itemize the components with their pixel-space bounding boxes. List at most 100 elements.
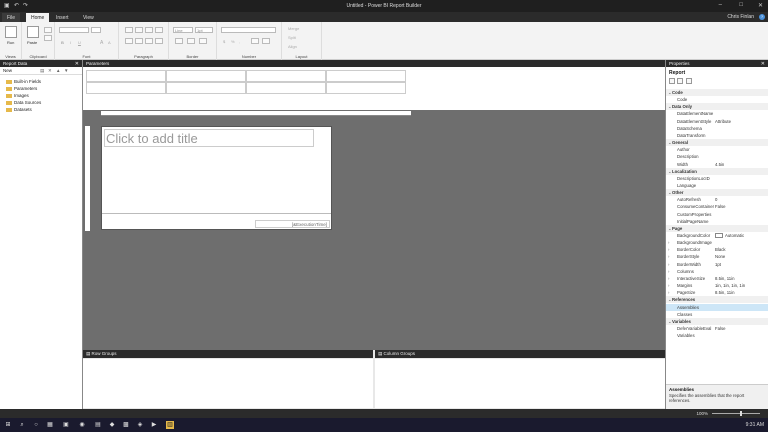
property-row[interactable]: › PageSize 8.5in, 11in	[666, 289, 768, 296]
app-icon[interactable]: ▶	[150, 421, 158, 429]
property-row[interactable]: › InteractiveSize 8.5in, 11in	[666, 275, 768, 282]
expand-icon[interactable]: ›	[668, 282, 669, 289]
property-category[interactable]: ⌄ Localization	[666, 167, 768, 175]
decrease-decimal-icon[interactable]	[262, 38, 270, 44]
paste-icon[interactable]	[27, 26, 39, 38]
app-icon[interactable]: ▣	[62, 421, 70, 429]
property-value[interactable]: 8.5in, 11in	[715, 275, 735, 282]
underline-button[interactable]: U	[78, 40, 81, 45]
property-value[interactable]: False	[715, 325, 726, 332]
user-name[interactable]: Chris Finlan	[727, 14, 754, 20]
property-row[interactable]: Width 4.5in	[666, 161, 768, 168]
tab-insert[interactable]: Insert	[51, 13, 74, 22]
property-row[interactable]: AutoRefresh 0	[666, 196, 768, 203]
expand-icon[interactable]: ›	[668, 239, 669, 246]
property-category[interactable]: ⌄ Other	[666, 189, 768, 197]
parameter-cell[interactable]	[326, 70, 406, 82]
property-row[interactable]: DeferVariableEval False	[666, 325, 768, 332]
property-value[interactable]: Attribute	[715, 118, 731, 125]
tab-view[interactable]: View	[78, 13, 99, 22]
property-row[interactable]: BackgroundColor Automatic	[666, 232, 768, 239]
row-groups-list[interactable]	[83, 359, 373, 408]
app-icon[interactable]: ◈	[136, 421, 144, 429]
search-icon[interactable]: ⌕	[18, 421, 26, 429]
property-row[interactable]: DataElementStyle Attribute	[666, 118, 768, 125]
property-category[interactable]: ⌄ Data Only	[666, 103, 768, 111]
property-row[interactable]: Author	[666, 146, 768, 153]
parameter-cell[interactable]	[86, 82, 166, 94]
maximize-button[interactable]: □	[739, 2, 743, 8]
task-view-icon[interactable]: ○	[32, 421, 40, 429]
property-row[interactable]: Description	[666, 153, 768, 160]
parameter-cell[interactable]	[166, 70, 246, 82]
help-icon[interactable]: ?	[759, 14, 765, 20]
indent-icon[interactable]	[135, 27, 143, 33]
property-value[interactable]: Automatic	[715, 232, 744, 239]
property-row[interactable]: › BorderStyle None	[666, 253, 768, 260]
parameter-cell[interactable]	[326, 82, 406, 94]
tree-item-data-sources[interactable]: Data Sources	[6, 100, 41, 105]
down-icon[interactable]: ▼	[64, 68, 68, 73]
property-row[interactable]: Variables	[666, 332, 768, 339]
property-category[interactable]: ⌄ References	[666, 296, 768, 304]
bold-button[interactable]: B	[61, 40, 64, 45]
tree-item-datasets[interactable]: Datasets	[6, 107, 32, 112]
report-builder-icon[interactable]: ▥	[166, 421, 174, 429]
zoom-slider[interactable]	[712, 413, 760, 414]
property-value[interactable]: 1in, 1in, 1in, 1in	[715, 282, 745, 289]
italic-button[interactable]: I	[70, 40, 71, 45]
comma-button[interactable]: ,	[239, 39, 240, 44]
property-row[interactable]: Classes	[666, 311, 768, 318]
app-icon[interactable]: ◆	[108, 421, 116, 429]
tab-file[interactable]: File	[2, 13, 21, 22]
property-value[interactable]: 1pt	[715, 261, 721, 268]
property-row[interactable]: CustomProperties	[666, 211, 768, 218]
property-value[interactable]: 0	[715, 196, 717, 203]
text-direction-icon[interactable]	[155, 27, 163, 33]
expand-icon[interactable]: ›	[668, 246, 669, 253]
minimize-button[interactable]: –	[719, 2, 722, 8]
property-row[interactable]: DescriptionLocID	[666, 175, 768, 182]
font-name-combo[interactable]	[59, 27, 89, 33]
tree-item-parameters[interactable]: Parameters	[6, 86, 37, 91]
shrink-font-button[interactable]: A	[108, 40, 111, 45]
parameter-cell[interactable]	[246, 70, 326, 82]
app-icon[interactable]: ▩	[122, 421, 130, 429]
expand-icon[interactable]: ›	[668, 268, 669, 275]
delete-icon[interactable]: ✕	[48, 68, 52, 74]
cut-icon[interactable]	[44, 27, 52, 33]
property-category[interactable]: ⌄ Code	[666, 89, 768, 96]
run-icon[interactable]	[5, 26, 17, 38]
number-format-combo[interactable]	[221, 27, 276, 33]
parameter-cell[interactable]	[246, 82, 326, 94]
align-justify-icon[interactable]	[155, 38, 163, 44]
fill-color-icon[interactable]	[199, 38, 207, 44]
expand-icon[interactable]: ›	[668, 275, 669, 282]
property-row[interactable]: InitialPageName	[666, 218, 768, 225]
design-surface[interactable]: Click to add title [&ExecutionTime]	[83, 110, 665, 350]
property-row[interactable]: Code	[666, 96, 768, 103]
parameter-cell[interactable]	[166, 82, 246, 94]
property-row[interactable]: › Columns	[666, 268, 768, 275]
align-button[interactable]: Align	[288, 44, 297, 49]
expand-icon[interactable]: ›	[668, 253, 669, 260]
copy-icon[interactable]	[44, 35, 52, 41]
categorized-icon[interactable]	[669, 78, 675, 84]
new-button[interactable]: New	[3, 68, 12, 73]
expand-icon[interactable]: ›	[668, 261, 669, 268]
border-width-combo[interactable]: 1pt	[195, 27, 213, 33]
property-category[interactable]: ⌄ Page	[666, 224, 768, 232]
outdent-icon[interactable]	[145, 27, 153, 33]
currency-button[interactable]: $	[223, 39, 225, 44]
percent-button[interactable]: %	[231, 39, 235, 44]
split-button[interactable]: Split	[288, 35, 296, 40]
property-row[interactable]: DataSchema	[666, 125, 768, 132]
property-row[interactable]: › BorderWidth 1pt	[666, 261, 768, 268]
property-category[interactable]: ⌄ Variables	[666, 317, 768, 325]
start-icon[interactable]: ⊞	[4, 421, 12, 429]
property-row[interactable]: › BorderColor Black	[666, 246, 768, 253]
up-icon[interactable]: ▲	[56, 68, 60, 73]
property-value[interactable]: 4.5in	[715, 161, 724, 168]
parameter-cell[interactable]	[86, 70, 166, 82]
close-button[interactable]: ✕	[758, 2, 763, 9]
